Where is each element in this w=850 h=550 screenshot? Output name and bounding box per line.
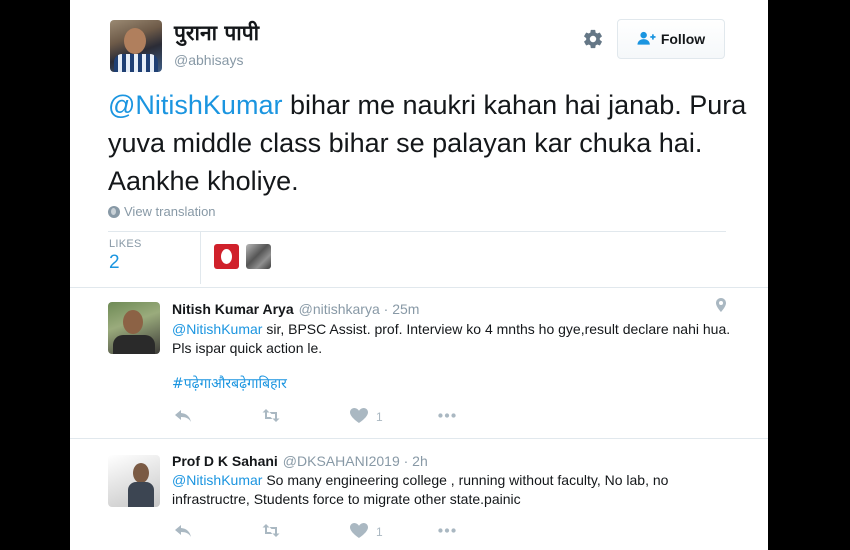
reply-avatar[interactable] xyxy=(108,455,160,507)
globe-icon xyxy=(108,205,120,218)
reply-mention[interactable]: @NitishKumar xyxy=(172,321,262,337)
reply-actions: 1 xyxy=(174,408,526,426)
avatar-face xyxy=(133,463,149,483)
retweet-icon xyxy=(262,523,280,541)
follow-label: Follow xyxy=(660,31,706,47)
like-count: 1 xyxy=(376,525,383,539)
more-button[interactable] xyxy=(438,523,526,541)
retweet-icon xyxy=(262,408,280,426)
location-pin-icon[interactable] xyxy=(716,298,726,312)
reply-author-name: Nitish Kumar Arya xyxy=(172,301,294,317)
tweet-text: @NitishKumar bihar me naukri kahan hai j… xyxy=(108,86,748,200)
reply-icon xyxy=(174,523,192,541)
retweet-button[interactable] xyxy=(262,408,350,426)
avatar-face xyxy=(123,310,143,334)
reply-author-handle: @DKSAHANI2019 xyxy=(282,453,400,469)
author-avatar[interactable] xyxy=(110,20,162,72)
reply-time[interactable]: · 2h xyxy=(404,453,428,469)
author-handle[interactable]: @abhisays xyxy=(174,52,243,68)
tweet-card: पुराना पापी @abhisays Follow @NitishKuma… xyxy=(70,0,768,550)
reply-author-name: Prof D K Sahani xyxy=(172,453,278,469)
reply-mention[interactable]: @NitishKumar xyxy=(172,472,262,488)
author-name[interactable]: पुराना पापी xyxy=(174,19,259,47)
avatar-shirt xyxy=(114,54,158,72)
reply-button[interactable] xyxy=(174,408,262,426)
stats-divider xyxy=(200,232,201,284)
likes-label: LIKES xyxy=(109,238,142,250)
reply-author[interactable]: Prof D K Sahani @DKSAHANI2019 · 2h xyxy=(172,453,428,469)
liker-avatar[interactable] xyxy=(214,244,239,269)
avatar-body xyxy=(113,335,155,354)
view-translation-label: View translation xyxy=(124,204,216,219)
reply-author[interactable]: Nitish Kumar Arya @nitishkarya · 25m xyxy=(172,301,419,317)
reply-time[interactable]: · 25m xyxy=(384,301,420,317)
more-icon xyxy=(438,408,456,426)
reply-item[interactable]: Nitish Kumar Arya @nitishkarya · 25m @Nit… xyxy=(70,288,768,439)
reply-author-handle: @nitishkarya xyxy=(298,301,380,317)
avatar-body xyxy=(128,482,154,507)
reply-text: @NitishKumar sir, BPSC Assist. prof. Int… xyxy=(172,320,732,358)
tweet-mention[interactable]: @NitishKumar xyxy=(108,90,282,120)
like-button[interactable]: 1 xyxy=(350,523,438,541)
reply-actions: 1 xyxy=(174,523,526,541)
heart-icon xyxy=(350,408,368,426)
more-button[interactable] xyxy=(438,408,526,426)
liker-avatar[interactable] xyxy=(246,244,271,269)
view-translation-link[interactable]: View translation xyxy=(108,204,216,219)
reply-hashtag[interactable]: #पढ़ेगाऔरबढ़ेगाबिहार xyxy=(172,374,287,393)
reply-item[interactable]: Prof D K Sahani @DKSAHANI2019 · 2h @Nitis… xyxy=(70,439,768,550)
reply-icon xyxy=(174,408,192,426)
more-icon xyxy=(438,523,456,541)
heart-icon xyxy=(350,523,368,541)
avatar-face xyxy=(124,28,146,54)
retweet-button[interactable] xyxy=(262,523,350,541)
follow-button[interactable]: Follow xyxy=(617,19,725,59)
gear-icon[interactable] xyxy=(582,28,604,50)
like-count: 1 xyxy=(376,410,383,424)
reply-avatar[interactable] xyxy=(108,302,160,354)
likes-count[interactable]: 2 xyxy=(109,252,120,274)
reply-text: @NitishKumar So many engineering college… xyxy=(172,471,732,509)
main-tweet: पुराना पापी @abhisays Follow @NitishKuma… xyxy=(70,0,768,287)
person-plus-icon xyxy=(637,31,656,48)
reply-button[interactable] xyxy=(174,523,262,541)
replies-list: Nitish Kumar Arya @nitishkarya · 25m @Nit… xyxy=(70,287,768,550)
like-button[interactable]: 1 xyxy=(350,408,438,426)
